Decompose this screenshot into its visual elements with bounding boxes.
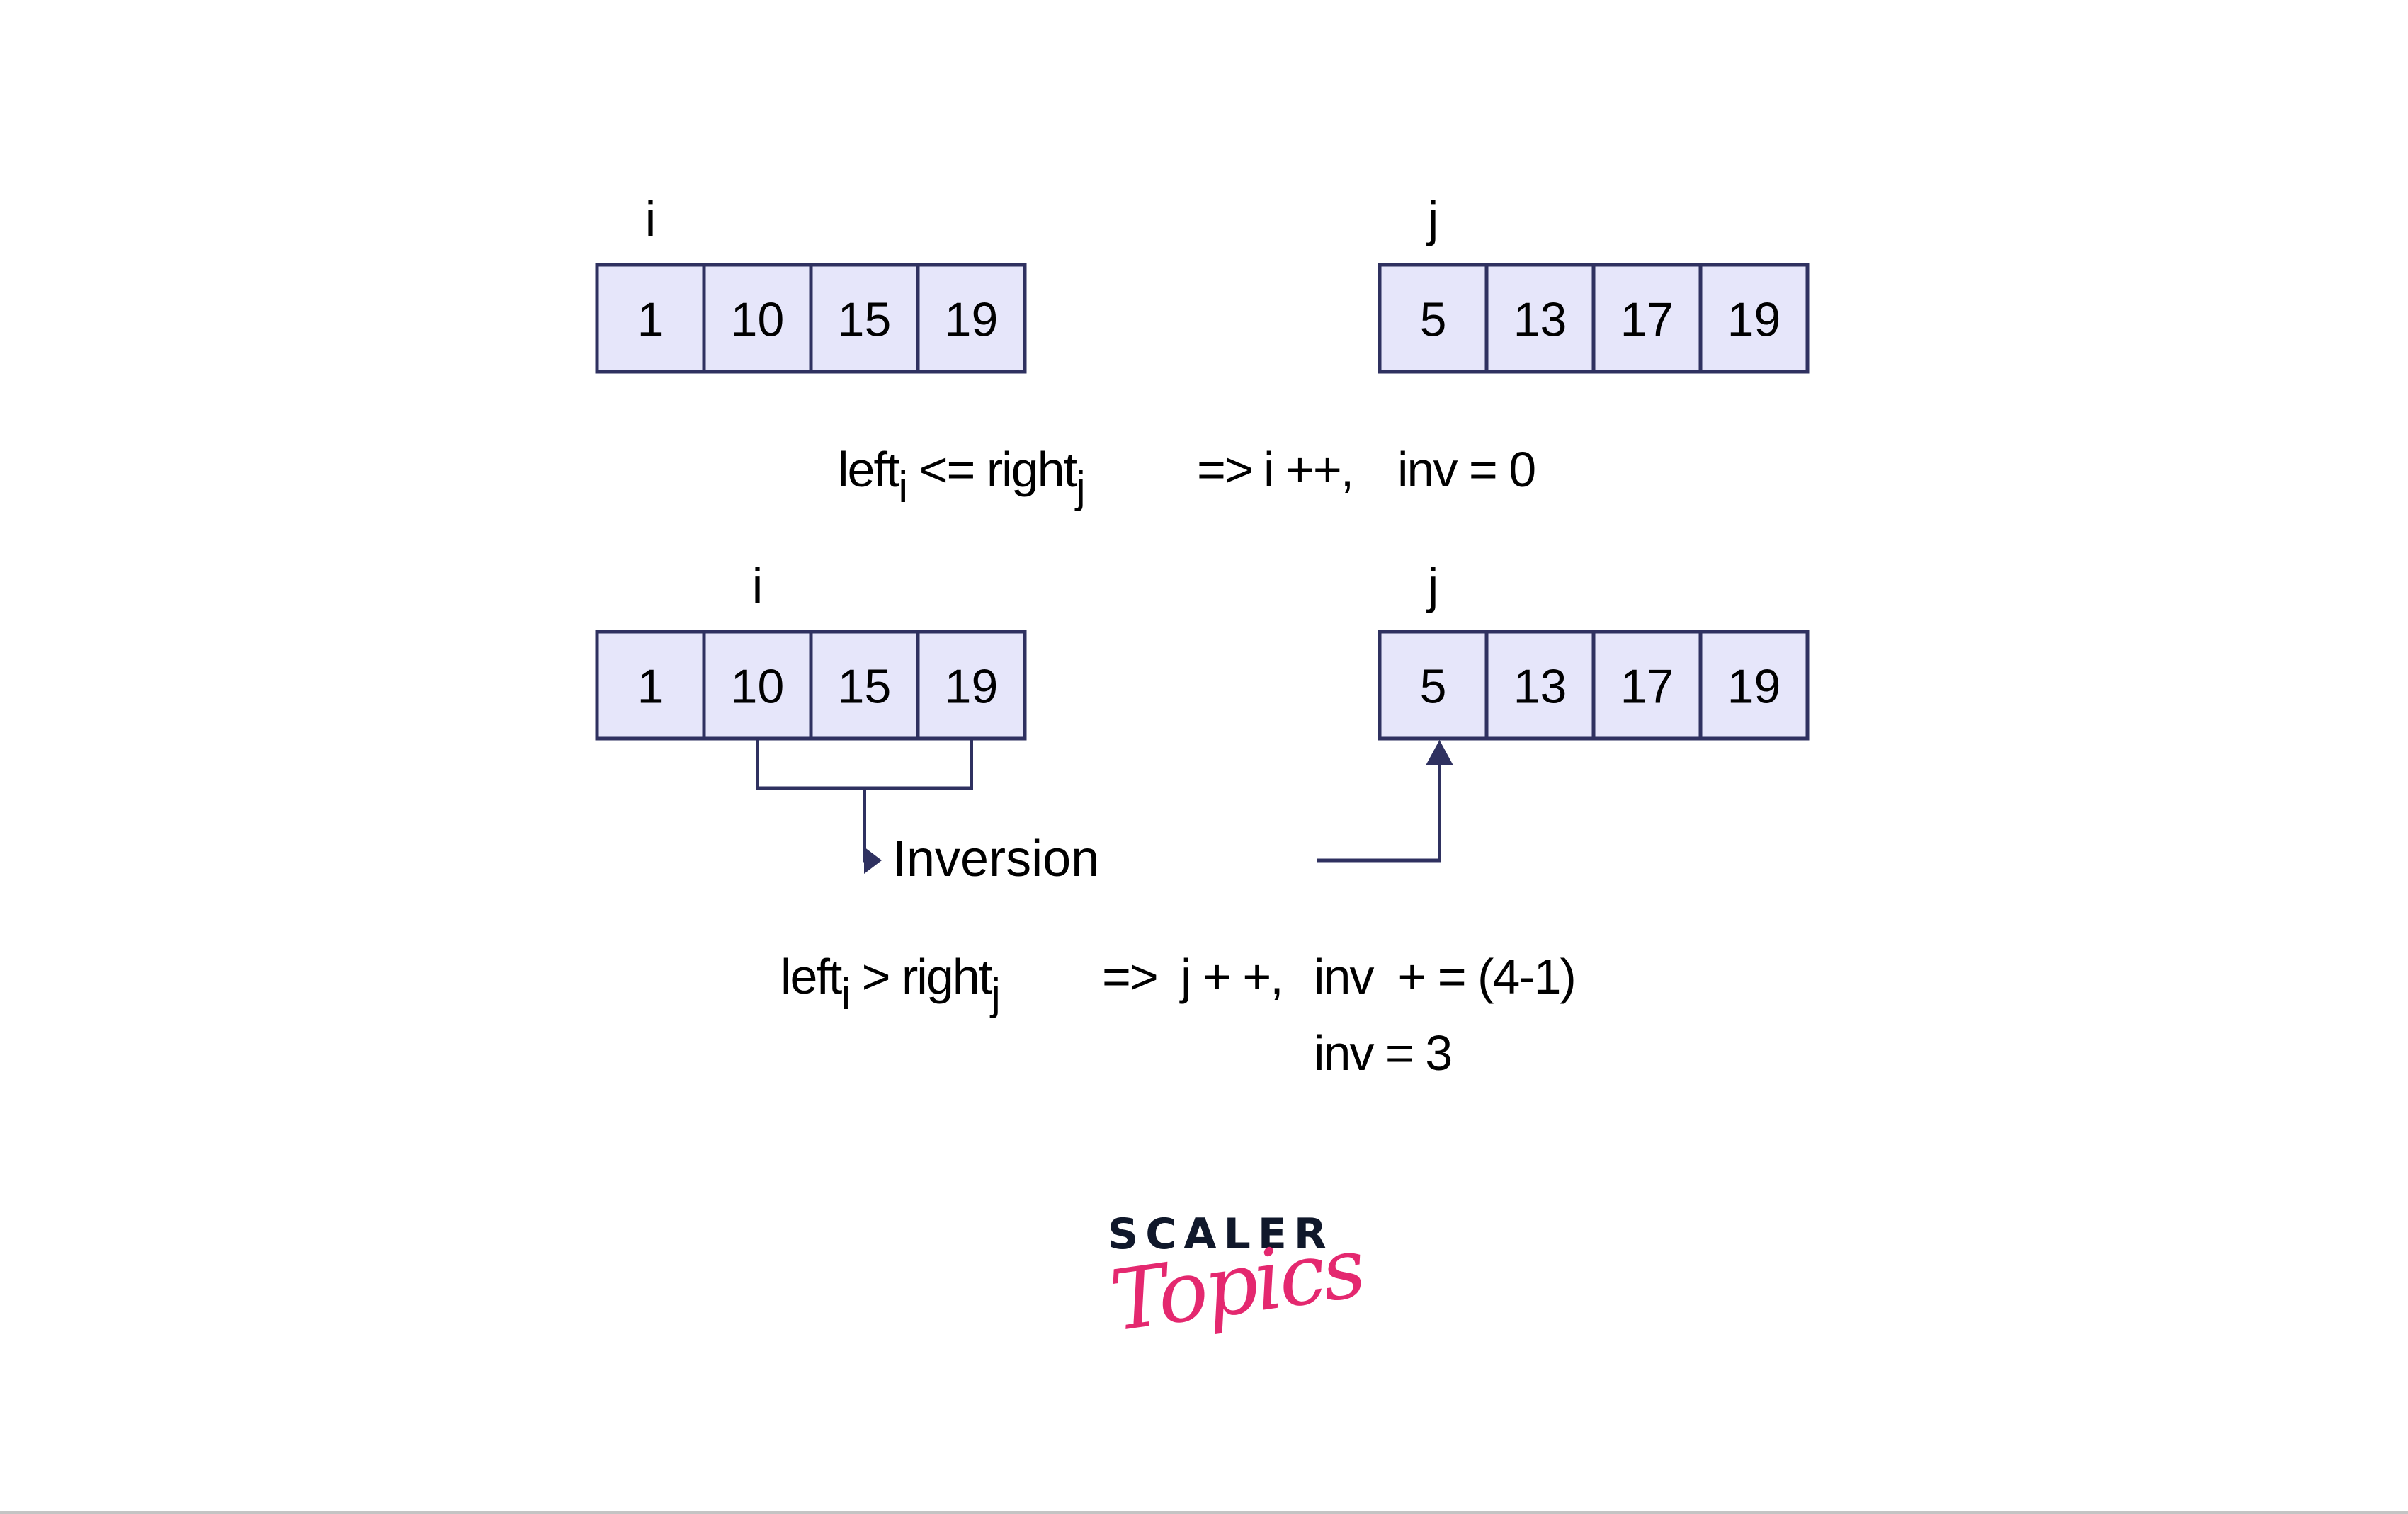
- array-cell: 15: [809, 263, 920, 374]
- formula-lhs: left: [780, 949, 842, 1004]
- array-cell-value: 1: [637, 293, 664, 347]
- formula-rhs: right: [901, 949, 992, 1004]
- bottom-divider: [0, 1511, 2408, 1514]
- step2-group: i j 1 10 15 19 5 13 17 19 Inversion: [595, 558, 1810, 887]
- formula-rhs: right: [986, 442, 1077, 497]
- step2-formula: lefti > rightj: [780, 949, 1001, 1017]
- step1-pointer-i: i: [645, 191, 657, 246]
- array-cell: 1: [595, 630, 706, 741]
- array-cell: 17: [1591, 263, 1703, 374]
- formula-op: <=: [919, 442, 976, 497]
- array-cell: 13: [1484, 263, 1596, 374]
- array-cell: 10: [702, 263, 813, 374]
- array-cell-value: 10: [731, 660, 785, 714]
- step2-result: inv + = (4-1): [1314, 949, 1577, 1004]
- array-cell-value: 19: [1727, 660, 1781, 714]
- array-cell: 10: [702, 630, 813, 741]
- array-cell: 5: [1378, 630, 1489, 741]
- array-cell-value: 5: [1420, 293, 1447, 347]
- scaler-topics-logo: SCALER Topics: [1084, 1204, 1368, 1388]
- step2-left-array: 1 10 15 19: [595, 630, 1027, 741]
- connector-to-right-array: [1317, 761, 1441, 863]
- array-cell-value: 19: [945, 660, 999, 714]
- step1-right-array: 5 13 17 19: [1378, 263, 1810, 374]
- array-cell: 19: [1698, 263, 1810, 374]
- array-cell: 19: [916, 630, 1027, 741]
- array-cell-value: 1: [637, 660, 664, 714]
- step1-group: i j 1 10 15 19 5 13 17 19: [595, 191, 1810, 374]
- inversion-label: Inversion: [892, 831, 1099, 887]
- array-cell: 15: [809, 630, 920, 741]
- array-cell-value: 17: [1620, 660, 1674, 714]
- array-cell-value: 15: [838, 660, 892, 714]
- array-cell: 19: [1698, 630, 1810, 741]
- step2-pointer-i: i: [752, 558, 763, 613]
- array-cell: 19: [916, 263, 1027, 374]
- array-cell-value: 13: [1513, 293, 1567, 347]
- formula-lhs: left: [838, 442, 899, 497]
- array-cell-value: 19: [1727, 293, 1781, 347]
- step2-pointer-j: j: [1426, 558, 1439, 613]
- step2-result-line2: inv = 3: [1314, 1025, 1453, 1081]
- formula-op: >: [861, 949, 891, 1004]
- array-cell-value: 19: [945, 293, 999, 347]
- step2-right-array: 5 13 17 19: [1378, 630, 1810, 741]
- step2-implies: =>: [1102, 949, 1159, 1004]
- array-cell: 13: [1484, 630, 1596, 741]
- formula-rhs-sub: j: [1076, 463, 1086, 512]
- array-cell-value: 15: [838, 293, 892, 347]
- step1-left-array: 1 10 15 19: [595, 263, 1027, 374]
- array-cell: 17: [1591, 630, 1703, 741]
- step1-formula: lefti <= rightj: [838, 442, 1086, 510]
- array-cell: 5: [1378, 263, 1489, 374]
- step1-result: inv = 0: [1397, 442, 1536, 497]
- formula-lhs-sub: i: [841, 970, 851, 1019]
- step2-action: j + +,: [1181, 949, 1284, 1004]
- step1-implies: =>: [1197, 442, 1254, 497]
- step1-action: i ++,: [1263, 442, 1354, 497]
- arrow-up-icon: [1426, 740, 1453, 765]
- formula-rhs-sub: j: [991, 970, 1001, 1019]
- array-cell-value: 5: [1420, 660, 1447, 714]
- inversion-bracket: [756, 739, 973, 790]
- array-cell-value: 10: [731, 293, 785, 347]
- step1-pointer-j: j: [1426, 191, 1439, 246]
- array-cell-value: 13: [1513, 660, 1567, 714]
- array-cell: 1: [595, 263, 706, 374]
- formula-lhs-sub: i: [898, 463, 908, 512]
- array-cell-value: 17: [1620, 293, 1674, 347]
- arrow-right-icon: [864, 847, 882, 874]
